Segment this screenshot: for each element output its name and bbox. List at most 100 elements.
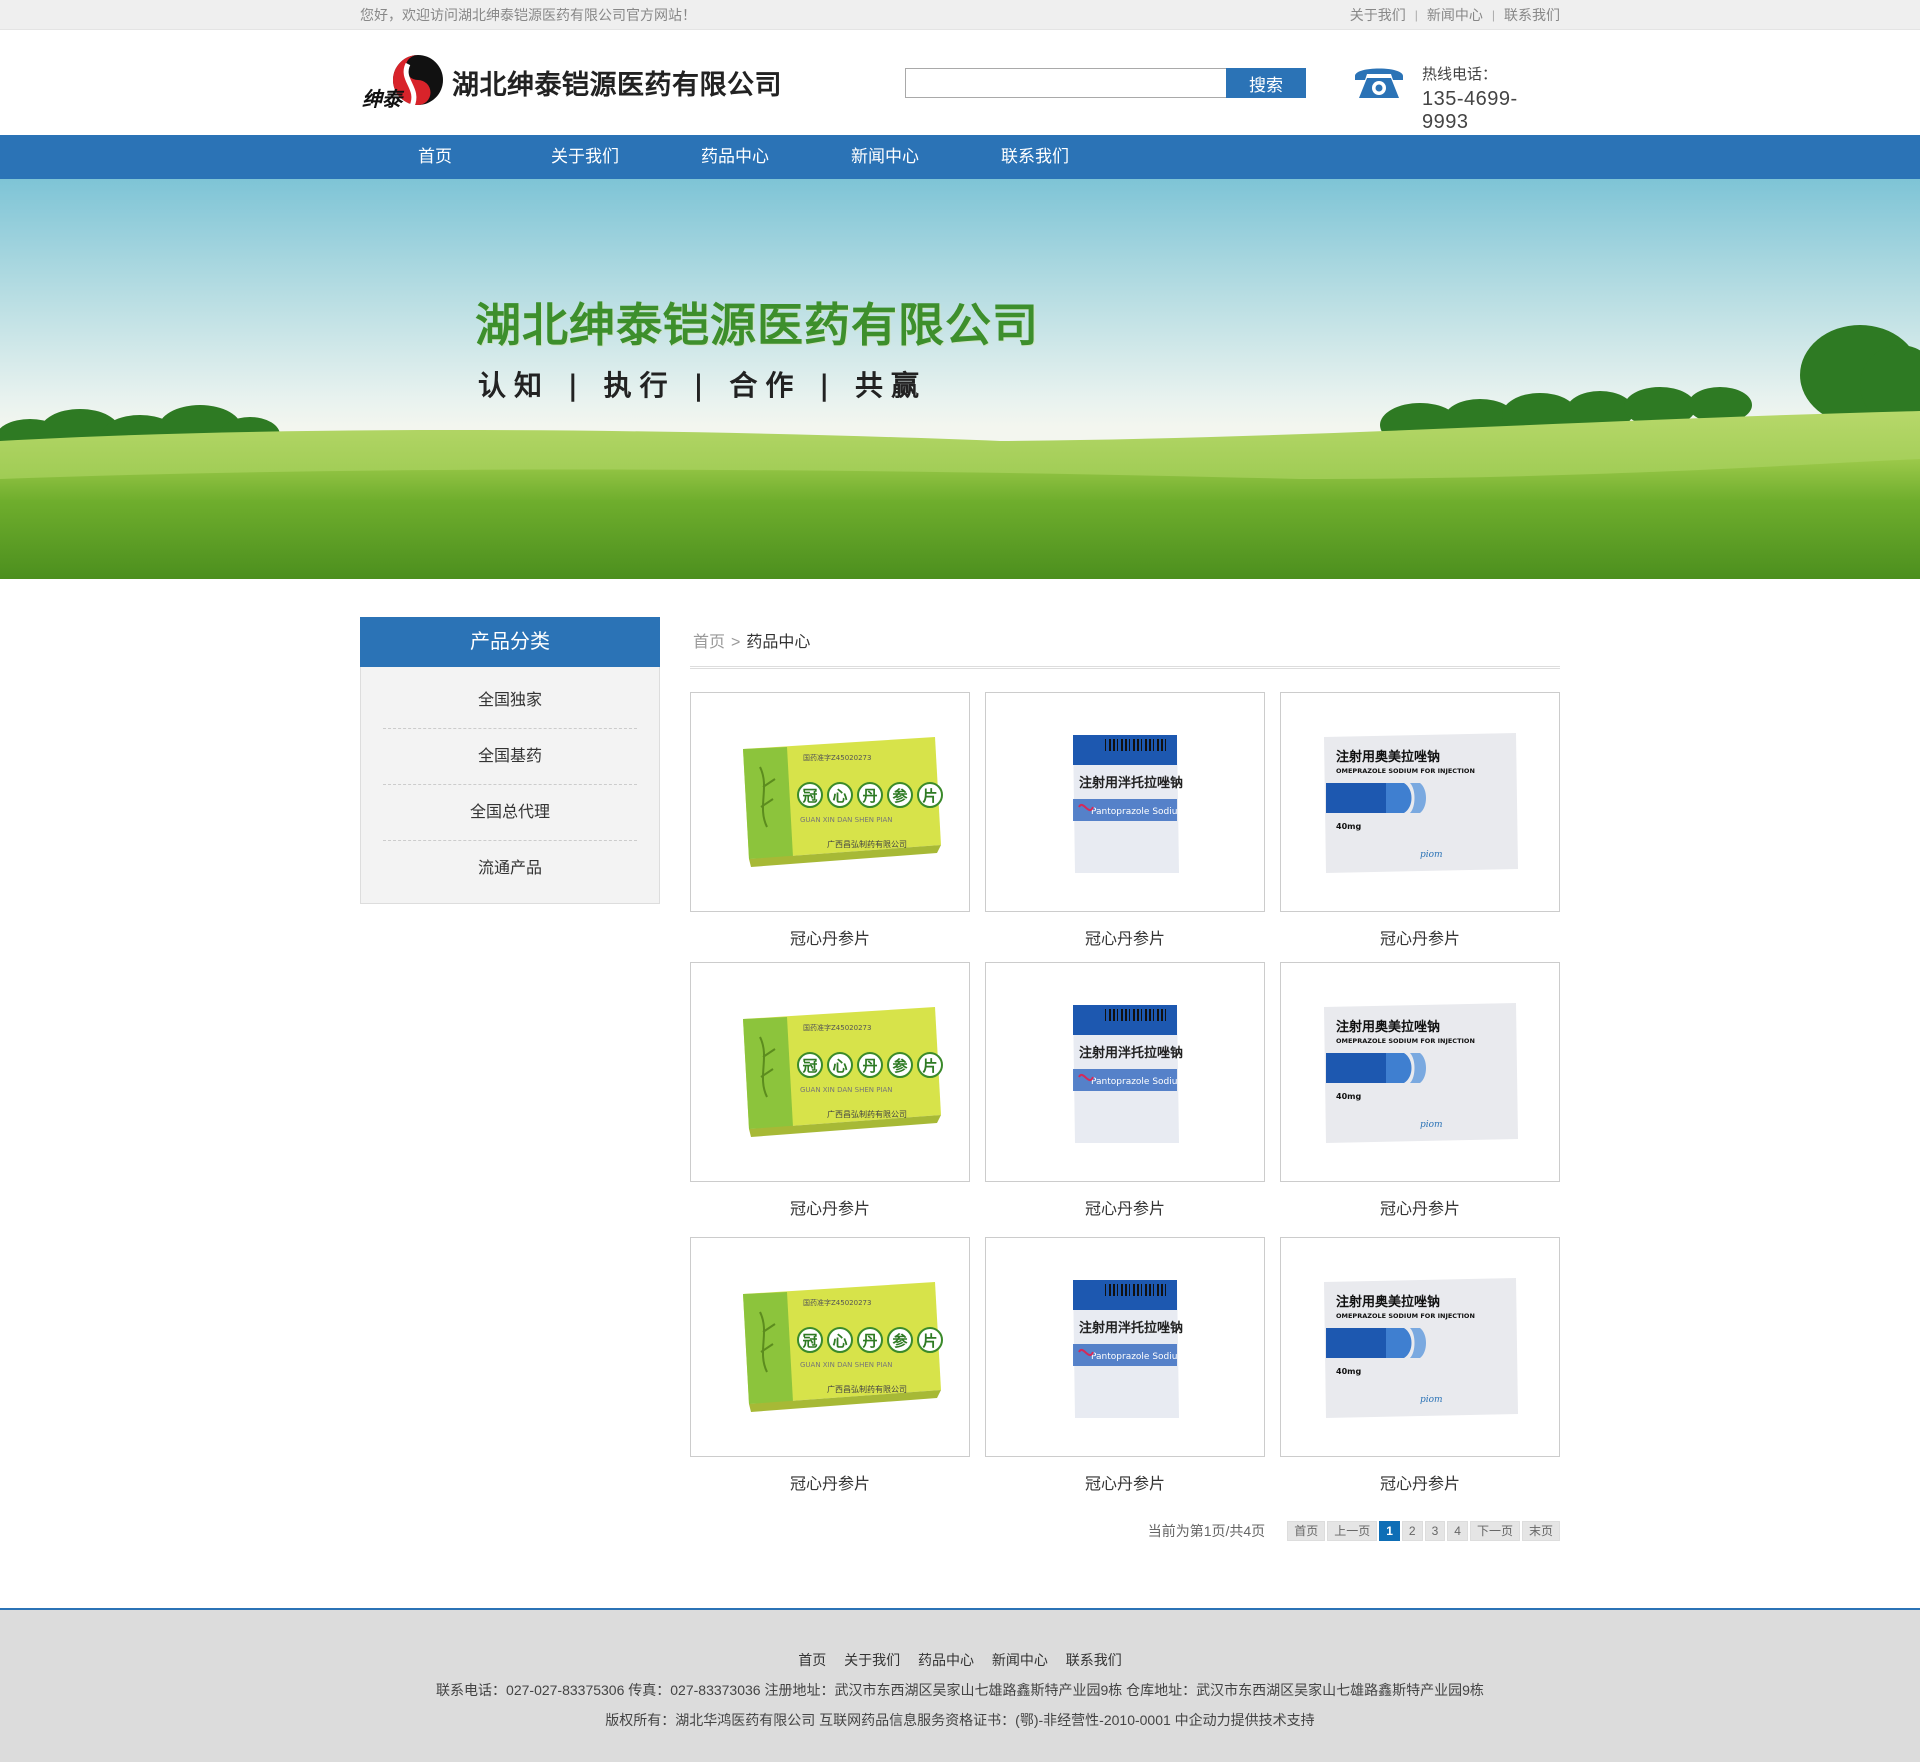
company-logo[interactable]: 绅泰	[360, 50, 444, 114]
search-button[interactable]: 搜索	[1226, 68, 1306, 98]
svg-text:参: 参	[892, 1057, 908, 1075]
banner-title: 湖北绅泰铠源医药有限公司	[475, 299, 1039, 351]
product-list-main: 首页 > 药品中心 国药准字Z45020273 冠心丹参片 GUAN XIN DAN S…	[690, 617, 1560, 1541]
footer-link-news[interactable]: 新闻中心	[992, 1652, 1048, 1668]
svg-text:OMEPRAZOLE SODIUM FOR INJECTIO: OMEPRAZOLE SODIUM FOR INJECTION	[1336, 767, 1475, 775]
page-next[interactable]: 下一页	[1469, 1521, 1520, 1541]
breadcrumb-home[interactable]: 首页	[693, 634, 725, 651]
svg-text:国药准字Z45020273: 国药准字Z45020273	[803, 753, 871, 762]
product-card[interactable]: 注射用奥美拉唑钠 OMEPRAZOLE SODIUM FOR INJECTION 4…	[1280, 692, 1560, 949]
svg-text:丹: 丹	[862, 1332, 877, 1350]
product-caption[interactable]: 冠心丹参片	[690, 1470, 970, 1494]
product-caption[interactable]: 冠心丹参片	[1280, 925, 1560, 949]
page-prev[interactable]: 上一页	[1327, 1521, 1378, 1541]
sidebar-title: 产品分类	[360, 617, 660, 667]
nav-news[interactable]: 新闻中心	[810, 135, 960, 179]
product-caption[interactable]: 冠心丹参片	[985, 1195, 1265, 1219]
svg-text:片: 片	[922, 1332, 937, 1350]
category-list: 全国独家 全国基药 全国总代理 流通产品	[360, 667, 660, 904]
breadcrumb-current: 药品中心	[746, 634, 811, 651]
svg-text:Pantoprazole Sodium: Pantoprazole Sodium	[1091, 1352, 1185, 1362]
category-item-essential[interactable]: 全国基药	[383, 729, 637, 785]
product-card[interactable]: 国药准字Z45020273 冠心丹参片 GUAN XIN DAN SHEN PIAN…	[690, 692, 970, 949]
svg-text:40mg: 40mg	[1336, 1367, 1361, 1376]
page-last[interactable]: 末页	[1521, 1521, 1560, 1541]
white-blue-medicine-box: 注射用奥美拉唑钠 OMEPRAZOLE SODIUM FOR INJECTION 4…	[1324, 1003, 1518, 1143]
svg-text:冠: 冠	[802, 787, 817, 805]
product-caption[interactable]: 冠心丹参片	[1280, 1470, 1560, 1494]
product-card[interactable]: 国药准字Z45020273 冠心丹参片 GUAN XIN DAN SHEN PIAN…	[690, 962, 970, 1219]
svg-text:OMEPRAZOLE SODIUM FOR INJECTIO: OMEPRAZOLE SODIUM FOR INJECTION	[1336, 1037, 1475, 1045]
search-input[interactable]	[905, 68, 1226, 98]
svg-text:片: 片	[922, 1057, 937, 1075]
product-card[interactable]: 注射用泮托拉唑钠 Pantoprazole Sodium 冠心丹参片	[985, 692, 1265, 949]
product-image[interactable]: 注射用泮托拉唑钠 Pantoprazole Sodium	[985, 692, 1265, 912]
hotline: 热线电话： 135-4699-9993	[1422, 63, 1560, 134]
product-caption[interactable]: 冠心丹参片	[985, 1470, 1265, 1494]
page-number-4[interactable]: 4	[1447, 1521, 1468, 1541]
top-links: 关于我们 | 新闻中心 | 联系我们	[1350, 5, 1560, 25]
svg-text:参: 参	[892, 787, 908, 805]
svg-text:参: 参	[892, 1332, 908, 1350]
product-caption[interactable]: 冠心丹参片	[690, 1195, 970, 1219]
product-card[interactable]: 注射用奥美拉唑钠 OMEPRAZOLE SODIUM FOR INJECTION 4…	[1280, 962, 1560, 1219]
svg-text:广西昌弘制药有限公司: 广西昌弘制药有限公司	[827, 1109, 907, 1119]
svg-text:GUAN XIN DAN SHEN PIAN: GUAN XIN DAN SHEN PIAN	[800, 816, 893, 824]
product-card[interactable]: 注射用泮托拉唑钠 Pantoprazole Sodium 冠心丹参片	[985, 1237, 1265, 1494]
footer-link-about[interactable]: 关于我们	[844, 1652, 900, 1668]
product-image[interactable]: 国药准字Z45020273 冠心丹参片 GUAN XIN DAN SHEN PIAN…	[690, 962, 970, 1182]
svg-text:广西昌弘制药有限公司: 广西昌弘制药有限公司	[827, 839, 907, 849]
blue-white-medicine-box: 注射用泮托拉唑钠 Pantoprazole Sodium	[1073, 1005, 1185, 1143]
page-number-3[interactable]: 3	[1424, 1521, 1446, 1541]
footer-link-drugs[interactable]: 药品中心	[918, 1652, 974, 1668]
category-item-circulation[interactable]: 流通产品	[383, 841, 637, 897]
svg-text:Pantoprazole Sodium: Pantoprazole Sodium	[1091, 1077, 1185, 1087]
company-name: 湖北绅泰铠源医药有限公司	[452, 70, 782, 100]
nav-home[interactable]: 首页	[360, 135, 510, 179]
page-number-2[interactable]: 2	[1401, 1521, 1423, 1541]
product-image[interactable]: 国药准字Z45020273 冠心丹参片 GUAN XIN DAN SHEN PIAN…	[690, 692, 970, 912]
footer-links: 首页 关于我们 药品中心 新闻中心 联系我们	[0, 1650, 1920, 1670]
product-card[interactable]: 注射用奥美拉唑钠 OMEPRAZOLE SODIUM FOR INJECTION 4…	[1280, 1237, 1560, 1494]
svg-text:广西昌弘制药有限公司: 广西昌弘制药有限公司	[827, 1384, 907, 1394]
phone-icon	[1355, 68, 1403, 98]
product-image[interactable]: 注射用奥美拉唑钠 OMEPRAZOLE SODIUM FOR INJECTION 4…	[1280, 962, 1560, 1182]
svg-text:冠: 冠	[802, 1057, 817, 1075]
product-image[interactable]: 注射用奥美拉唑钠 OMEPRAZOLE SODIUM FOR INJECTION 4…	[1280, 1237, 1560, 1457]
breadcrumb-separator: >	[731, 634, 741, 651]
product-image[interactable]: 注射用泮托拉唑钠 Pantoprazole Sodium	[985, 1237, 1265, 1457]
category-item-exclusive[interactable]: 全国独家	[383, 673, 637, 729]
product-card[interactable]: 注射用泮托拉唑钠 Pantoprazole Sodium 冠心丹参片	[985, 962, 1265, 1219]
grassland-scenery	[0, 325, 1920, 579]
svg-text:绅泰: 绅泰	[362, 87, 405, 111]
svg-text:注射用泮托拉唑钠: 注射用泮托拉唑钠	[1079, 1320, 1183, 1336]
product-card[interactable]: 国药准字Z45020273 冠心丹参片 GUAN XIN DAN SHEN PIAN…	[690, 1237, 970, 1494]
product-image[interactable]: 注射用奥美拉唑钠 OMEPRAZOLE SODIUM FOR INJECTION 4…	[1280, 692, 1560, 912]
category-item-general-agent[interactable]: 全国总代理	[383, 785, 637, 841]
svg-text:心: 心	[832, 1332, 847, 1350]
product-caption[interactable]: 冠心丹参片	[690, 925, 970, 949]
breadcrumb: 首页 > 药品中心	[690, 617, 1560, 669]
nav-about[interactable]: 关于我们	[510, 135, 660, 179]
svg-text:国药准字Z45020273: 国药准字Z45020273	[803, 1298, 871, 1307]
white-blue-medicine-box: 注射用奥美拉唑钠 OMEPRAZOLE SODIUM FOR INJECTION 4…	[1324, 733, 1518, 873]
page-number-1[interactable]: 1	[1379, 1521, 1400, 1541]
content-area: 产品分类 全国独家 全国基药 全国总代理 流通产品 首页 > 药品中心 国药准字Z4…	[0, 579, 1920, 1605]
footer-link-home[interactable]: 首页	[798, 1652, 826, 1668]
product-image[interactable]: 国药准字Z45020273 冠心丹参片 GUAN XIN DAN SHEN PIAN…	[690, 1237, 970, 1457]
svg-text:40mg: 40mg	[1336, 1092, 1361, 1101]
page-first[interactable]: 首页	[1287, 1521, 1326, 1541]
top-link-news[interactable]: 新闻中心	[1427, 5, 1483, 25]
product-caption[interactable]: 冠心丹参片	[1280, 1195, 1560, 1219]
product-image[interactable]: 注射用泮托拉唑钠 Pantoprazole Sodium	[985, 962, 1265, 1182]
footer-link-contact[interactable]: 联系我们	[1066, 1652, 1122, 1668]
nav-contact[interactable]: 联系我们	[960, 135, 1110, 179]
svg-text:注射用奥美拉唑钠: 注射用奥美拉唑钠	[1336, 1294, 1440, 1310]
svg-text:OMEPRAZOLE SODIUM FOR INJECTIO: OMEPRAZOLE SODIUM FOR INJECTION	[1336, 1312, 1475, 1320]
product-caption[interactable]: 冠心丹参片	[985, 925, 1265, 949]
nav-drugs[interactable]: 药品中心	[660, 135, 810, 179]
svg-text:注射用泮托拉唑钠: 注射用泮托拉唑钠	[1079, 1045, 1183, 1061]
top-link-contact[interactable]: 联系我们	[1504, 5, 1560, 25]
top-link-about[interactable]: 关于我们	[1350, 5, 1406, 25]
header: 绅泰 湖北绅泰铠源医药有限公司 搜索 热线电话： 135-4699-9993	[0, 30, 1920, 135]
